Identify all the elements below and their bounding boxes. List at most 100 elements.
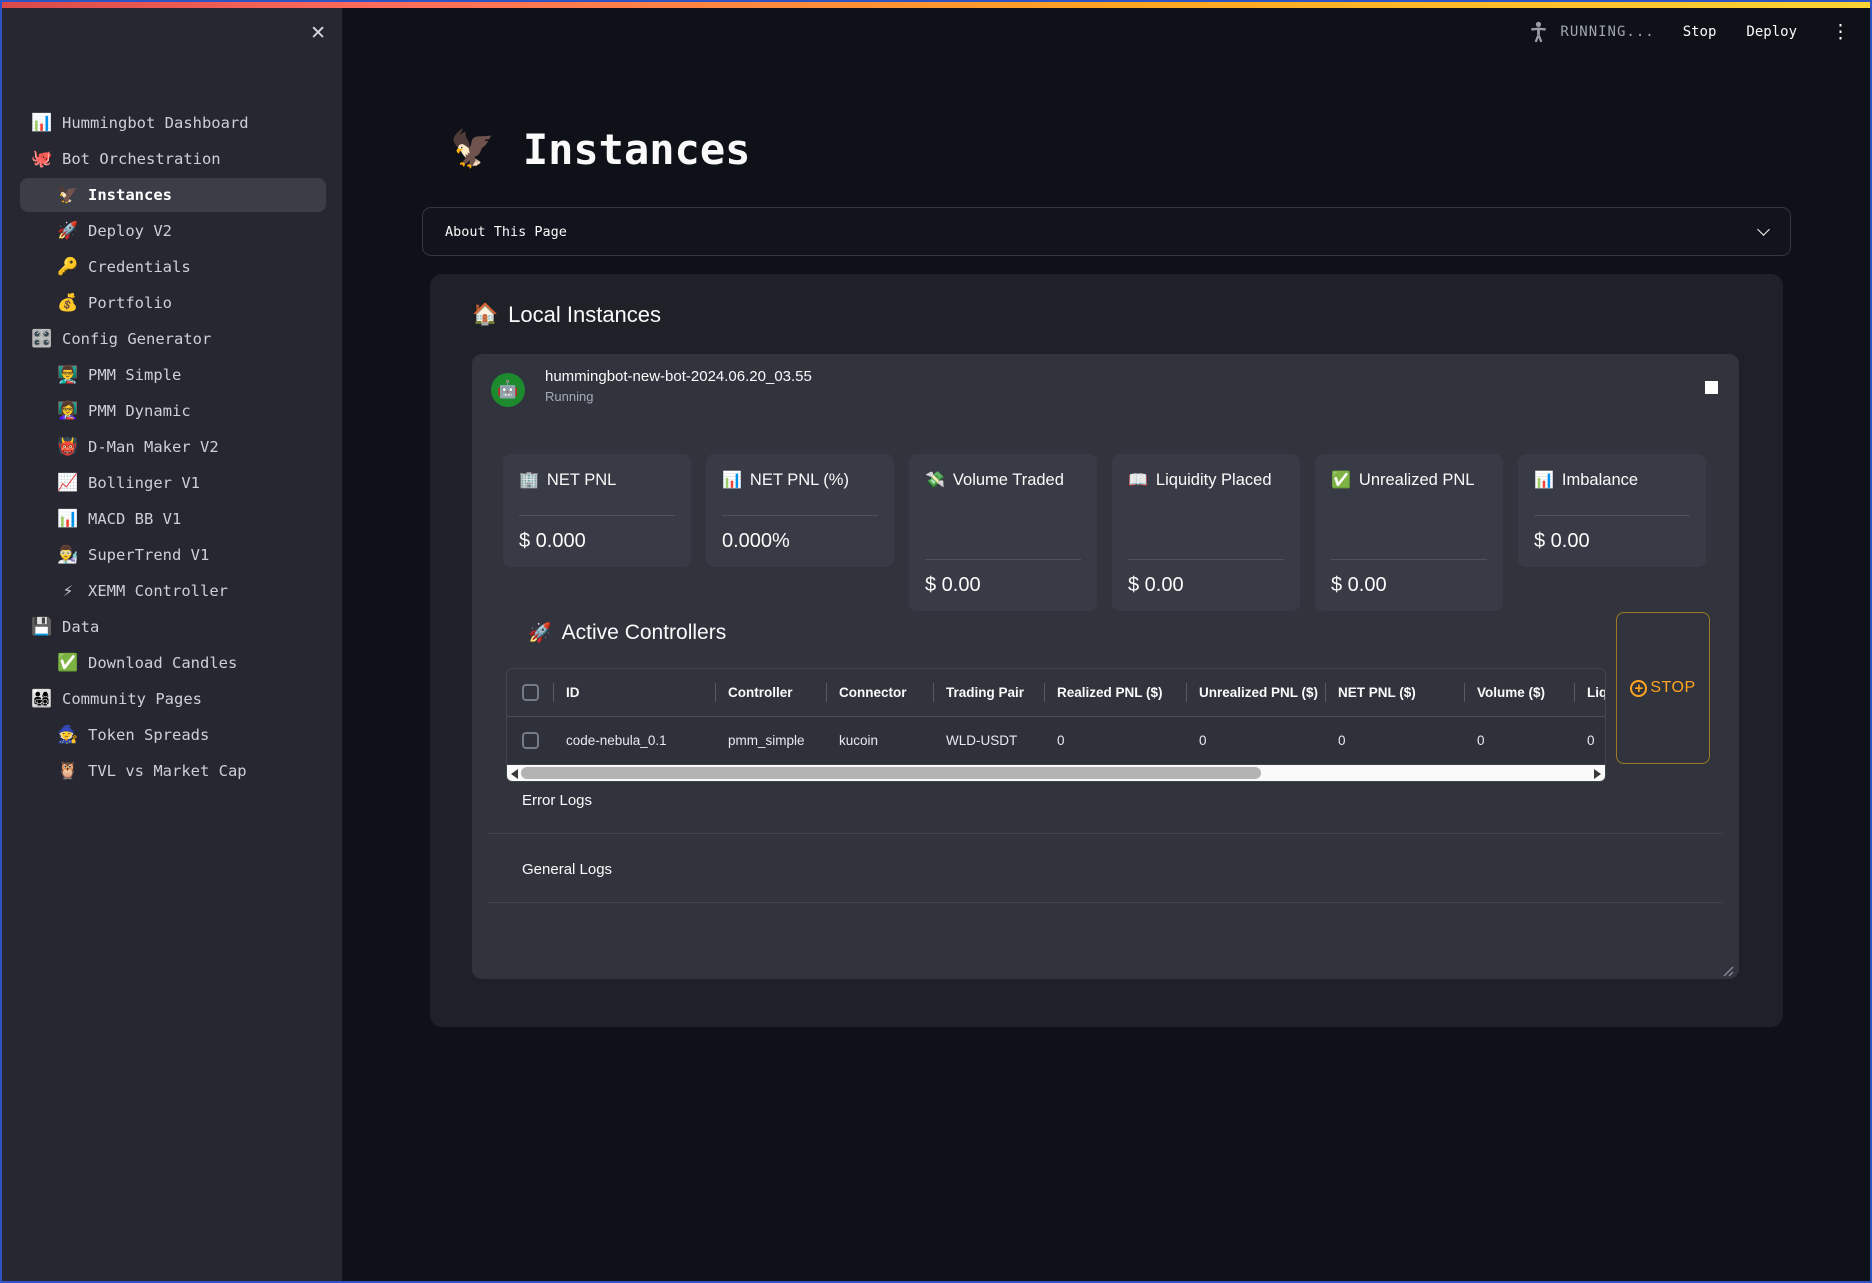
header-label: Controller	[728, 685, 793, 700]
sidebar-item-token-spreads[interactable]: 🧙Token Spreads	[2, 717, 332, 753]
more-options-icon[interactable]: ⋮	[1825, 21, 1856, 44]
bot-identity: hummingbot-new-bot-2024.06.20_03.55 Runn…	[545, 368, 812, 404]
active-controllers-heading: 🚀 Active Controllers	[528, 621, 726, 645]
circled-plus-icon: +	[1630, 680, 1647, 697]
house-icon: 🏠	[472, 303, 498, 327]
metric-card-imbalance: 📊Imbalance$ 0.00	[1518, 454, 1706, 567]
table-cell: kucoin	[826, 717, 933, 764]
sidebar-item-label: SuperTrend V1	[88, 546, 209, 564]
sidebar-item-pmm-simple[interactable]: 👨‍🏫PMM Simple	[2, 357, 332, 393]
sidebar-item-icon: 🐙	[30, 149, 54, 169]
section-divider	[488, 902, 1723, 903]
sidebar-item-tvl-vs-market-cap[interactable]: 🦉TVL vs Market Cap	[2, 753, 332, 789]
sidebar-item-icon: 👨‍👩‍👧‍👦	[30, 689, 54, 709]
sidebar-item-portfolio[interactable]: 💰 Portfolio	[2, 285, 332, 321]
sidebar-item-label: Data	[62, 618, 99, 636]
table-header-row: IDControllerConnectorTrading PairRealize…	[507, 669, 1605, 717]
sidebar-item-hummingbot-dashboard[interactable]: 📊Hummingbot Dashboard	[2, 105, 332, 141]
row-checkbox[interactable]	[522, 732, 539, 749]
metric-card-net-pnl-: 📊NET PNL (%)0.000%	[706, 454, 894, 567]
sidebar-item-xemm-controller[interactable]: ⚡XEMM Controller	[2, 573, 332, 609]
sidebar-item-icon: 📈	[56, 473, 80, 493]
sidebar-item-download-candles[interactable]: ✅Download Candles	[2, 645, 332, 681]
sidebar-item-label: Deploy V2	[88, 222, 172, 240]
header-cell-net-pnl-: NET PNL ($)	[1325, 669, 1464, 716]
header-cell-volume-: Volume ($)	[1464, 669, 1574, 716]
sidebar-item-config-generator[interactable]: 🎛️ Config Generator	[2, 321, 332, 357]
log-section-general-logs[interactable]: General Logs	[488, 842, 1723, 896]
metric-label: NET PNL	[547, 471, 616, 489]
stop-button[interactable]: Stop	[1681, 20, 1719, 44]
sidebar-item-supertrend-v1[interactable]: 👨‍🔬 SuperTrend V1	[2, 537, 332, 573]
stop-controller-label: STOP	[1650, 679, 1695, 697]
sidebar-item-data[interactable]: 💾Data	[2, 609, 332, 645]
top-toolbar: RUNNING... Stop Deploy ⋮	[342, 8, 1870, 56]
metric-title: 📊Imbalance	[1534, 467, 1690, 494]
column-separator	[933, 683, 934, 702]
rocket-icon: 🚀	[528, 621, 552, 645]
robot-icon: 🤖	[497, 380, 518, 400]
sidebar-item-label: Hummingbot Dashboard	[62, 114, 249, 132]
metric-value: $ 0.00	[1331, 574, 1487, 597]
stop-instance-icon[interactable]	[1705, 381, 1718, 394]
sidebar-item-label: TVL vs Market Cap	[88, 762, 247, 780]
metric-title: 🏢NET PNL	[519, 467, 675, 494]
sidebar-item-icon: 👨‍🔬	[56, 545, 80, 565]
metric-label: Liquidity Placed	[1156, 471, 1272, 489]
app-window: ✕ 📊Hummingbot Dashboard 🐙 Bot Orchestratio…	[0, 0, 1872, 1283]
stop-controller-button[interactable]: + STOP	[1616, 612, 1710, 764]
header-label: Unrealized PNL ($)	[1199, 685, 1318, 700]
sidebar-item-label: Portfolio	[88, 294, 172, 312]
header-label: Realized PNL ($)	[1057, 685, 1163, 700]
log-section-label: General Logs	[522, 861, 612, 878]
metric-label: Unrealized PNL	[1359, 471, 1475, 489]
sidebar-item-bollinger-v1[interactable]: 📈Bollinger V1	[2, 465, 332, 501]
metric-value: 0.000%	[722, 530, 878, 553]
metric-title: 💸Volume Traded	[925, 467, 1081, 494]
column-separator	[1044, 683, 1045, 702]
sidebar-item-label: Bot Orchestration	[62, 150, 221, 168]
status-text: RUNNING...	[1560, 24, 1654, 40]
select-all-checkbox[interactable]	[522, 684, 539, 701]
sidebar-item-label: Config Generator	[62, 330, 211, 348]
metric-title: 📖Liquidity Placed	[1128, 467, 1284, 494]
column-separator	[826, 683, 827, 702]
header-cell-id: ID	[553, 669, 715, 716]
local-instances-container: 🏠 Local Instances 🤖 hummingbot-new-bot-2…	[430, 274, 1783, 1027]
cell-value: pmm_simple	[728, 733, 805, 748]
sidebar-close-icon[interactable]: ✕	[310, 22, 326, 45]
sidebar-item-community-pages[interactable]: 👨‍👩‍👧‍👦Community Pages	[2, 681, 332, 717]
sidebar-item-icon: 🚀	[56, 221, 80, 241]
log-section-error-logs[interactable]: Error Logs	[488, 773, 1723, 827]
row-select-cell	[507, 717, 553, 764]
metric-divider	[1128, 559, 1284, 560]
about-this-page-expander[interactable]: About This Page	[422, 207, 1791, 256]
header-cell-trading-pair: Trading Pair	[933, 669, 1044, 716]
cell-value: 0	[1199, 733, 1207, 748]
table-cell: 0	[1574, 717, 1606, 764]
resize-handle-icon[interactable]	[1723, 964, 1734, 975]
header-cell-controller: Controller	[715, 669, 826, 716]
sidebar-item-macd-bb-v1[interactable]: 📊MACD BB V1	[2, 501, 332, 537]
deploy-button[interactable]: Deploy	[1744, 20, 1799, 44]
sidebar-item-label: D-Man Maker V2	[88, 438, 219, 456]
table-cell: 0	[1186, 717, 1325, 764]
sidebar-item-credentials[interactable]: 🔑Credentials	[2, 249, 332, 285]
sidebar-item-deploy-v2[interactable]: 🚀 Deploy V2	[2, 213, 332, 249]
metric-card-unrealized-pnl: ✅Unrealized PNL$ 0.00	[1315, 454, 1503, 611]
sidebar-item-pmm-dynamic[interactable]: 👩‍🏫PMM Dynamic	[2, 393, 332, 429]
sidebar-item-bot-orchestration[interactable]: 🐙 Bot Orchestration	[2, 141, 332, 177]
bot-status: Running	[545, 389, 812, 404]
metric-divider	[925, 559, 1081, 560]
header-label: ID	[566, 685, 580, 700]
local-instances-heading-text: Local Instances	[508, 302, 661, 328]
sidebar-item-icon: 🎛️	[30, 329, 54, 349]
sidebar-item-d-man-maker-v2[interactable]: 👹D-Man Maker V2	[2, 429, 332, 465]
header-cell-realized-pnl-: Realized PNL ($)	[1044, 669, 1186, 716]
sidebar-item-icon: 💰	[56, 293, 80, 313]
log-section-label: Error Logs	[522, 792, 592, 809]
sidebar-item-instances[interactable]: 🦅Instances	[2, 177, 332, 213]
metric-value: $ 0.00	[925, 574, 1081, 597]
sidebar-item-label: PMM Dynamic	[88, 402, 191, 420]
local-instances-heading: 🏠 Local Instances	[472, 302, 661, 328]
